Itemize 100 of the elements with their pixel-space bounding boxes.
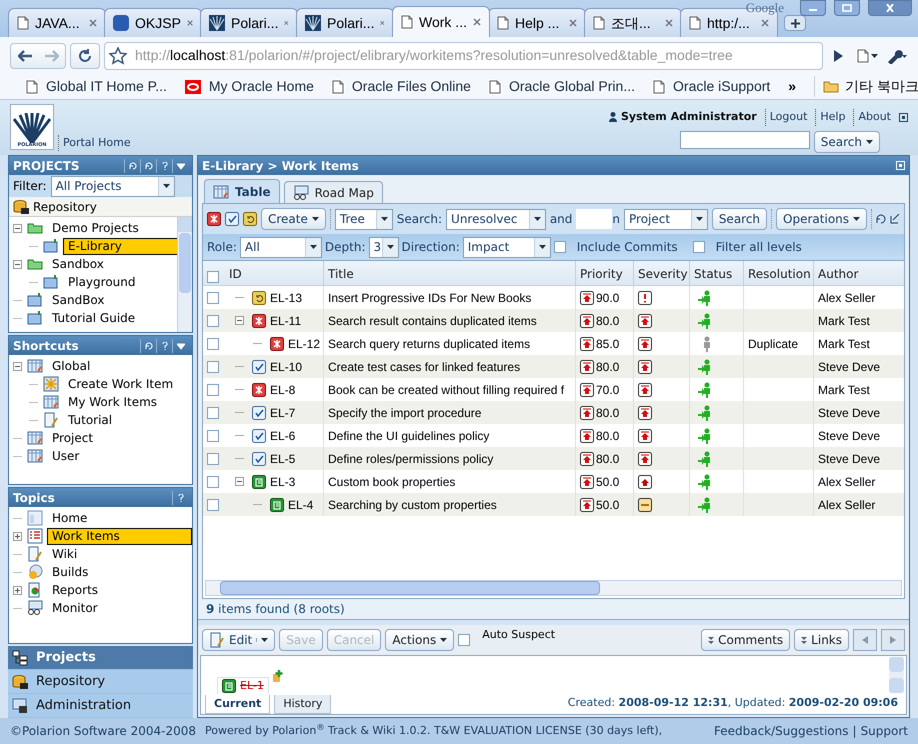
search-button[interactable]: Search (814, 131, 880, 153)
nav-tab[interactable]: Repository (8, 670, 193, 694)
bookmark-link[interactable]: Oracle iSupport (653, 76, 770, 97)
menu-icon[interactable] (172, 158, 188, 172)
title-cell[interactable]: Book can be created without filling required f (328, 380, 564, 398)
support-link[interactable]: Support (860, 722, 908, 740)
checkbox[interactable] (692, 241, 705, 253)
item-tag[interactable]: EL-1 (217, 676, 269, 694)
tree-item[interactable]: Create Work Item (63, 376, 178, 392)
reload-button[interactable] (70, 42, 100, 68)
tree-item[interactable]: Global (47, 358, 96, 374)
title-cell[interactable]: Searching by custom properties (328, 496, 497, 514)
column-header[interactable]: ID (223, 261, 323, 285)
edit-button[interactable]: Edit (202, 629, 276, 651)
browser-tab[interactable]: Polari... (200, 8, 298, 37)
checkbox[interactable] (207, 384, 219, 396)
column-header[interactable]: Status (689, 261, 743, 285)
title-cell[interactable]: Search query returns duplicated items (328, 334, 530, 352)
checkbox[interactable] (207, 360, 219, 372)
browser-tab[interactable]: Polari... (296, 8, 394, 37)
query-dropdown[interactable]: Unresolvec (446, 208, 546, 230)
collapse-icon[interactable] (13, 260, 22, 268)
scrollbar[interactable] (889, 657, 904, 693)
tree-item[interactable]: User (47, 448, 84, 464)
address-field[interactable]: http://localhost:81/polarion/#/project/elibrary/workitems?resolution=unresolved&table_mode=tree (104, 42, 823, 70)
checkbox[interactable] (207, 271, 219, 283)
previous-button[interactable] (853, 629, 877, 651)
tree-item[interactable]: Wiki (47, 546, 82, 562)
tree-item[interactable]: Playground (63, 274, 140, 290)
maximize-icon[interactable] (899, 112, 908, 122)
close-icon[interactable] (380, 19, 385, 27)
browser-tab[interactable]: 조대... (584, 8, 682, 37)
header-link[interactable]: Help (815, 109, 846, 126)
tree-item[interactable]: Tutorial Guide (47, 310, 140, 326)
tree-item[interactable]: Builds (47, 564, 94, 580)
maximize-icon[interactable] (834, 0, 860, 16)
collapse-icon[interactable] (13, 224, 22, 232)
column-header[interactable]: Title (323, 261, 575, 285)
back-icon[interactable] (18, 50, 32, 62)
title-cell[interactable]: Specify the import procedure (328, 404, 482, 422)
column-header[interactable]: Resolution (743, 261, 813, 285)
comments-button[interactable]: Comments (701, 629, 790, 651)
checkbox[interactable] (207, 430, 219, 442)
scope-dropdown[interactable]: Project (624, 208, 708, 230)
menu-icon[interactable] (172, 338, 188, 352)
operations-button[interactable]: Operations (776, 208, 868, 230)
collapse-icon[interactable] (235, 316, 244, 325)
checkbox[interactable] (207, 452, 219, 464)
refresh-icon[interactable] (876, 214, 886, 224)
checkbox[interactable] (207, 406, 219, 418)
bookmark-link[interactable]: My Oracle Home (184, 76, 314, 97)
collapse-icon[interactable] (235, 477, 244, 486)
search-button[interactable]: Search (712, 208, 768, 230)
bookmark-link[interactable]: Global IT Home P... (26, 76, 167, 97)
scrollbar[interactable] (177, 217, 192, 332)
id-cell[interactable]: EL-4 (288, 496, 314, 514)
checkbox[interactable] (207, 498, 219, 510)
checkbox[interactable] (207, 476, 219, 488)
close-icon[interactable] (569, 19, 577, 27)
header-link[interactable]: Logout (764, 109, 808, 126)
title-cell[interactable]: Custom book properties (328, 472, 456, 490)
close-icon[interactable] (665, 19, 673, 27)
checkbox[interactable] (458, 634, 470, 646)
tree-item[interactable]: Project (47, 430, 98, 446)
close-icon[interactable] (868, 0, 912, 16)
tree-item[interactable]: Work Items (47, 528, 192, 544)
header-link[interactable]: About (853, 109, 891, 126)
bookmark-link[interactable]: Oracle Files Online (332, 76, 471, 97)
browser-tab[interactable]: JAVA... (8, 8, 106, 37)
browser-tab[interactable]: Help ... (488, 8, 586, 37)
portal-home-link[interactable]: Portal Home (58, 134, 131, 151)
title-cell[interactable]: Define the UI guidelines policy (328, 426, 490, 444)
id-cell[interactable]: EL-5 (270, 450, 296, 468)
close-icon[interactable] (473, 18, 481, 26)
browser-tab[interactable]: Work ... (392, 6, 490, 37)
tree-item[interactable]: Sandbox (47, 256, 109, 272)
column-header[interactable]: Author (813, 261, 904, 285)
query-field[interactable] (576, 209, 612, 229)
view-tab[interactable]: Table (204, 179, 280, 203)
close-icon[interactable] (761, 19, 769, 27)
role-dropdown[interactable]: All (240, 236, 322, 258)
browser-tab[interactable]: OKJSP (104, 8, 202, 37)
tree-item[interactable]: Home (47, 510, 92, 526)
bookmark-folder[interactable]: 기타 북마크 (814, 76, 918, 97)
minimize-icon[interactable] (800, 0, 826, 16)
tree-item[interactable]: Monitor (47, 600, 103, 616)
search-field[interactable] (680, 131, 810, 149)
detail-tab[interactable]: Current (205, 695, 270, 714)
id-cell[interactable]: EL-3 (270, 472, 296, 490)
checkbox[interactable] (554, 241, 566, 253)
more-bookmarks-button[interactable]: » (788, 76, 796, 97)
column-header[interactable]: Severity (633, 261, 689, 285)
wrench-icon[interactable] (886, 48, 908, 64)
id-cell[interactable]: EL-13 (270, 288, 302, 306)
checkbox[interactable] (207, 292, 219, 304)
detail-tab[interactable]: History (274, 695, 332, 714)
close-icon[interactable] (89, 19, 97, 27)
links-button[interactable]: Links (794, 629, 849, 651)
page-menu-icon[interactable] (857, 48, 878, 62)
create-button[interactable]: Create (261, 208, 326, 230)
